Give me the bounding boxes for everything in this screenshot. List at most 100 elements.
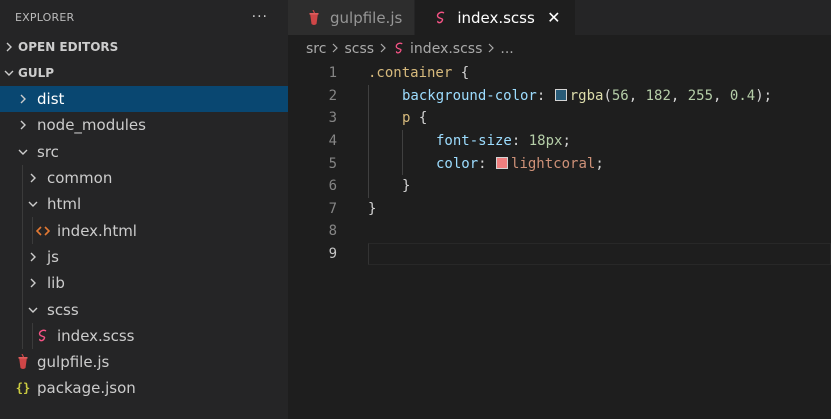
tab-index-scss[interactable]: index.scss ✕: [415, 0, 576, 35]
tree-item-node-modules[interactable]: node_modules: [0, 112, 288, 138]
code-text: }: [368, 201, 376, 217]
tree-item-js[interactable]: js: [0, 243, 288, 271]
breadcrumb-item-scss[interactable]: scss: [344, 41, 374, 57]
chevron-right-icon: [487, 42, 495, 56]
tree-item-src[interactable]: src: [0, 139, 288, 165]
breadcrumb-item-symbols[interactable]: ...: [500, 41, 513, 57]
code-line[interactable]: 4 font-size: 18px;: [288, 129, 831, 153]
tree-item-label: dist: [37, 90, 65, 109]
chevron-right-icon: [15, 91, 31, 107]
code-line[interactable]: 3 p {: [288, 107, 831, 130]
code-text: background-color: rgba(56, 182, 255, 0.4…: [368, 88, 772, 104]
code-editor[interactable]: 1 .container {2 background-color: rgba(56,…: [288, 62, 831, 266]
breadcrumb-item-src[interactable]: src: [306, 41, 326, 57]
tree-item-label: node_modules: [37, 116, 146, 135]
code-token: 255: [687, 87, 714, 104]
code-token: 18px: [528, 133, 563, 150]
scss-icon: [35, 328, 51, 344]
open-editors-label: OPEN EDITORS: [18, 40, 119, 54]
chevron-down-icon: [2, 65, 16, 81]
tree-item-dist[interactable]: dist: [0, 86, 288, 113]
chevron-down-icon: [15, 144, 31, 160]
code-token: }: [368, 200, 377, 217]
chevron-right-icon: [2, 39, 16, 55]
indent-guide: [22, 322, 23, 349]
line-number: 3: [328, 110, 337, 127]
line-number: 8: [328, 223, 337, 240]
code-token: .container: [368, 65, 453, 82]
tree-item-package-json[interactable]: {} package.json: [0, 375, 288, 401]
explorer-sidebar: EXPLORER ··· OPEN EDITORS GULP dist node_…: [0, 0, 288, 419]
close-tab-button[interactable]: ✕: [545, 8, 563, 27]
chevron-right-icon: [379, 42, 387, 56]
code-line[interactable]: 1 .container {: [288, 62, 831, 85]
tree-item-label: js: [47, 247, 59, 266]
code-line[interactable]: 7}: [288, 198, 831, 221]
indent-guide: [32, 322, 33, 349]
line-number: 7: [328, 200, 337, 217]
tab-gulpfile[interactable]: gulpfile.js: [288, 0, 416, 35]
chevron-down-icon: [25, 302, 41, 318]
chevron-right-icon: [25, 170, 41, 186]
code-token: font-size: [436, 133, 512, 150]
code-text: color: lightcoral;: [368, 156, 604, 172]
tree-item-index-html[interactable]: index.html: [0, 217, 288, 244]
tree-item-label: index.scss: [57, 326, 135, 345]
tree-item-scss[interactable]: scss: [0, 296, 288, 323]
code-token: (: [603, 87, 612, 104]
code-token: {: [410, 110, 428, 127]
json-icon: {}: [15, 381, 31, 396]
indent-guide: [22, 164, 23, 192]
scss-icon: [392, 41, 406, 57]
tree-item-label: index.html: [57, 221, 137, 240]
code-token: ;: [562, 133, 571, 150]
code-token: :: [478, 155, 496, 172]
color-swatch[interactable]: [496, 156, 509, 169]
code-line[interactable]: 2 background-color: rgba(56, 182, 255, 0.…: [288, 84, 831, 108]
gulp-icon: [15, 354, 31, 370]
indent-guide: [22, 243, 23, 271]
chevron-right-icon: [25, 275, 41, 291]
tree-item-label: common: [47, 169, 113, 188]
tree-item-label: scss: [47, 300, 79, 319]
tree-item-label: gulpfile.js: [37, 353, 110, 372]
code-line[interactable]: 5 color: lightcoral;: [288, 152, 831, 175]
folder-section-gulp[interactable]: GULP: [0, 60, 288, 86]
indent-guide: [32, 217, 33, 244]
indent-guide: [22, 296, 23, 323]
code-token: ,: [628, 87, 646, 104]
file-tree: dist node_modulessrc common html index.html j…: [0, 86, 288, 402]
code-token: color: [436, 155, 479, 172]
code-token: ,: [713, 87, 730, 104]
code-line[interactable]: 8: [288, 220, 831, 243]
more-actions-button[interactable]: ···: [252, 9, 268, 25]
code-token: 0.4: [729, 87, 756, 104]
open-editors-section[interactable]: OPEN EDITORS: [0, 34, 288, 60]
tree-item-gulpfile-js[interactable]: gulpfile.js: [0, 349, 288, 375]
folder-section-label: GULP: [18, 66, 55, 80]
breadcrumb-item-file[interactable]: index.scss: [410, 41, 482, 57]
chevron-right-icon: [25, 249, 41, 265]
code-line[interactable]: 9: [288, 242, 831, 266]
code-token: 182: [645, 87, 671, 104]
indent-guide: [22, 217, 23, 244]
code-text: }: [368, 178, 410, 194]
tree-item-index-scss[interactable]: index.scss: [0, 322, 288, 349]
code-token: ;: [595, 155, 604, 172]
explorer-title: EXPLORER: [15, 10, 75, 24]
code-token: ,: [670, 87, 688, 104]
tree-item-label: html: [47, 195, 82, 214]
html-icon: [35, 223, 51, 239]
code-text: p {: [368, 110, 427, 126]
tree-item-lib[interactable]: lib: [0, 270, 288, 297]
editor-area: gulpfile.js index.scss ✕ src scss index.…: [288, 0, 831, 419]
code-line[interactable]: 6}: [288, 174, 831, 198]
tab-bar: gulpfile.js index.scss ✕: [288, 0, 831, 35]
code-token: {: [452, 65, 470, 82]
line-number: 9: [328, 246, 337, 263]
tree-item-label: package.json: [37, 379, 136, 398]
tree-item-common[interactable]: common: [0, 164, 288, 192]
tree-item-html[interactable]: html: [0, 191, 288, 218]
tab-label: index.scss: [457, 8, 535, 27]
color-swatch[interactable]: [554, 88, 567, 101]
